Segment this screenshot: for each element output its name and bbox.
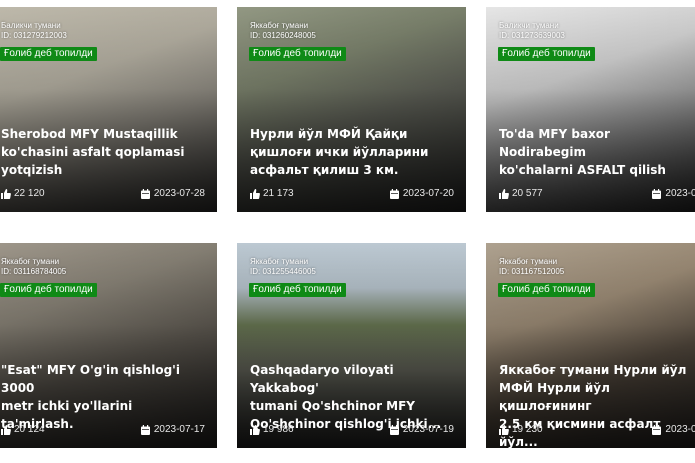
thumbs-up-icon <box>1 189 11 199</box>
likes-count: 19 986 <box>263 424 294 435</box>
card-footer: 22 120 2023-07-28 <box>1 187 205 201</box>
card-meta: Баликчи тумани ID: 031273639003 <box>499 21 565 41</box>
card-title[interactable]: Нурли йўл МФЙ Қайқи қишлоғи ички йўллари… <box>250 125 456 179</box>
project-card-grid: Баликчи тумани ID: 031279212003 Ғолиб де… <box>0 0 695 463</box>
status-badge: Ғолиб деб топилди <box>249 283 346 297</box>
district-label: Яккабоғ тумани <box>1 257 60 266</box>
status-badge: Ғолиб деб топилди <box>498 47 595 61</box>
project-id: ID: 031167512005 <box>499 267 565 276</box>
calendar-icon <box>389 425 399 435</box>
date-value: 2023-07-28 <box>153 188 205 199</box>
date: 2023-07-28 <box>140 187 205 201</box>
likes: 20 124 <box>1 423 45 437</box>
card-title[interactable]: Sherobod MFY Mustaqillik ko'chasini asfa… <box>1 125 207 179</box>
card-meta: Яккабоғ тумани ID: 031167512005 <box>499 257 564 277</box>
card-meta: Яккабоғ тумани ID: 031168784005 <box>1 257 66 277</box>
likes-count: 19 230 <box>512 424 543 435</box>
likes: 19 230 <box>499 423 543 437</box>
project-id: ID: 031273639003 <box>499 31 565 40</box>
thumbs-up-icon <box>250 425 260 435</box>
card-meta: Яккабоғ тумани ID: 031255446005 <box>250 257 316 277</box>
thumbs-up-icon <box>499 425 509 435</box>
date-value: 2023-07-1 <box>665 424 695 435</box>
date-value: 2023-07-17 <box>153 424 205 435</box>
card-title[interactable]: To'da MFY baxor Nodirabegim ko'chalarni … <box>499 125 691 179</box>
thumbs-up-icon <box>1 425 11 435</box>
project-card[interactable]: Яккабоғ тумани ID: 031260248005 Ғолиб де… <box>237 7 466 212</box>
date-value: 2023-07-2 <box>665 188 695 199</box>
card-footer: 20 577 2023-07-2 <box>499 187 695 201</box>
card-meta: Яккабоғ тумани ID: 031260248005 <box>250 21 316 41</box>
project-id: ID: 031260248005 <box>250 31 316 40</box>
project-card[interactable]: Баликчи тумани ID: 031279212003 Ғолиб де… <box>0 7 217 212</box>
thumbs-up-icon <box>250 189 260 199</box>
date-value: 2023-07-20 <box>402 188 454 199</box>
date: 2023-07-17 <box>140 423 205 437</box>
likes: 22 120 <box>1 187 45 201</box>
calendar-icon <box>140 425 150 435</box>
status-badge: Ғолиб деб топилди <box>498 283 595 297</box>
project-id: ID: 031255446005 <box>250 267 316 276</box>
likes-count: 22 120 <box>14 188 45 199</box>
likes: 21 173 <box>250 187 294 201</box>
likes: 20 577 <box>499 187 543 201</box>
card-meta: Баликчи тумани ID: 031279212003 <box>1 21 67 41</box>
project-card[interactable]: Яккабоғ тумани ID: 031168784005 Ғолиб де… <box>0 243 217 448</box>
district-label: Баликчи тумани <box>499 21 559 30</box>
district-label: Яккабоғ тумани <box>250 257 309 266</box>
card-footer: 20 124 2023-07-17 <box>1 423 205 437</box>
project-card[interactable]: Яккабоғ тумани ID: 031167512005 Ғолиб де… <box>486 243 695 448</box>
date: 2023-07-1 <box>652 423 695 437</box>
status-badge: Ғолиб деб топилди <box>0 47 97 61</box>
date: 2023-07-19 <box>389 423 454 437</box>
card-footer: 19 230 2023-07-1 <box>499 423 695 437</box>
project-id: ID: 031168784005 <box>1 267 67 276</box>
calendar-icon <box>652 189 662 199</box>
date: 2023-07-20 <box>389 187 454 201</box>
card-footer: 19 986 2023-07-19 <box>250 423 454 437</box>
project-card[interactable]: Баликчи тумани ID: 031273639003 Ғолиб де… <box>486 7 695 212</box>
calendar-icon <box>652 425 662 435</box>
calendar-icon <box>389 189 399 199</box>
date-value: 2023-07-19 <box>402 424 454 435</box>
thumbs-up-icon <box>499 189 509 199</box>
project-card[interactable]: Яккабоғ тумани ID: 031255446005 Ғолиб де… <box>237 243 466 448</box>
likes-count: 20 577 <box>512 188 543 199</box>
district-label: Яккабоғ тумани <box>250 21 309 30</box>
likes: 19 986 <box>250 423 294 437</box>
status-badge: Ғолиб деб топилди <box>0 283 97 297</box>
project-id: ID: 031279212003 <box>1 31 67 40</box>
calendar-icon <box>140 189 150 199</box>
likes-count: 21 173 <box>263 188 294 199</box>
district-label: Баликчи тумани <box>1 21 61 30</box>
card-footer: 21 173 2023-07-20 <box>250 187 454 201</box>
status-badge: Ғолиб деб топилди <box>249 47 346 61</box>
district-label: Яккабоғ тумани <box>499 257 558 266</box>
likes-count: 20 124 <box>14 424 45 435</box>
date: 2023-07-2 <box>652 187 695 201</box>
